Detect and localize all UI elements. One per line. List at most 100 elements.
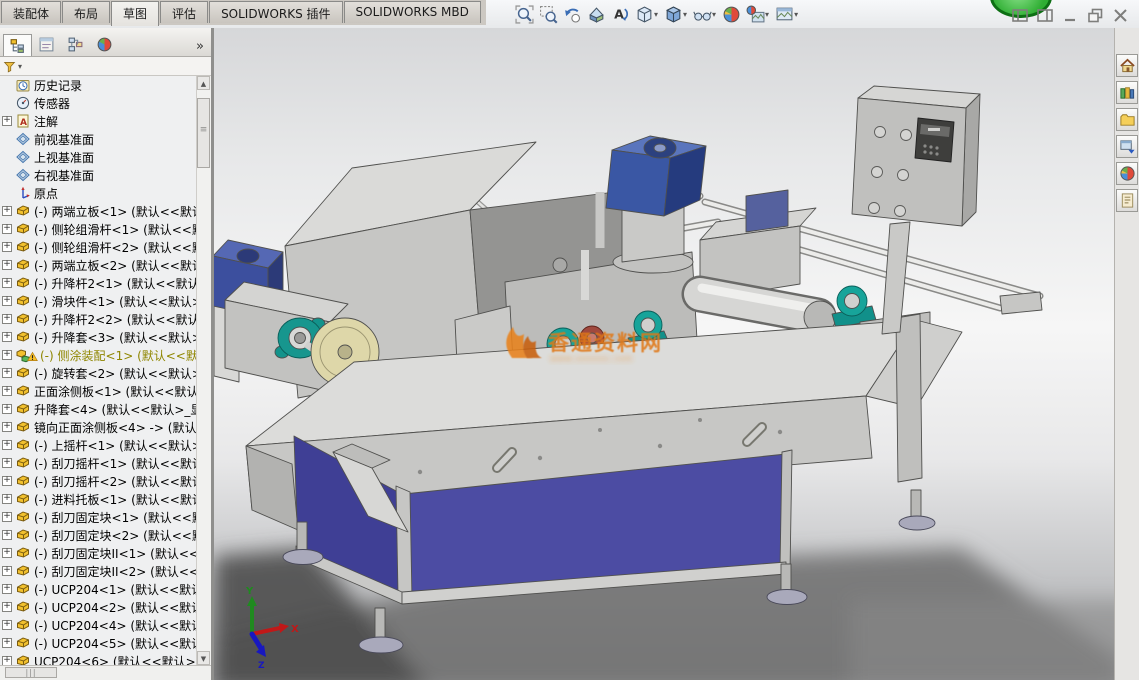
dropdown-arrow-icon[interactable]: ▾ xyxy=(794,10,798,19)
view-orientation-button[interactable]: ▾ xyxy=(634,4,660,25)
tree-item[interactable]: +(-) 刮刀固定块<2> (默认<<默 xyxy=(0,526,197,544)
expand-plus-icon[interactable]: + xyxy=(2,476,12,486)
expand-plus-icon[interactable]: + xyxy=(2,404,12,414)
expand-plus-icon[interactable]: + xyxy=(2,512,12,522)
tree-item[interactable]: +(-) 刮刀摇杆<2> (默认<<默认 xyxy=(0,472,197,490)
ribbon-tab-3[interactable]: 草图 xyxy=(111,1,159,26)
tree-item[interactable]: +(-) 上摇杆<1> (默认<<默认> xyxy=(0,436,197,454)
tree-item[interactable]: +(-) 升降杆2<2> (默认<<默认> xyxy=(0,310,197,328)
tree-item[interactable]: +(-) UCP204<4> (默认<<默认 xyxy=(0,616,197,634)
tree-item[interactable]: +(-) UCP204<5> (默认<<默认 xyxy=(0,634,197,652)
tree-item[interactable]: +(-) 刮刀摇杆<1> (默认<<默认 xyxy=(0,454,197,472)
close-button[interactable] xyxy=(1112,8,1129,27)
scroll-up-arrow[interactable]: ▲ xyxy=(197,76,210,90)
expand-plus-icon[interactable]: + xyxy=(2,314,12,324)
panel-expand-chevron[interactable]: » xyxy=(192,39,208,56)
expand-plus-icon[interactable]: + xyxy=(2,494,12,504)
scroll-down-arrow[interactable]: ▼ xyxy=(197,651,210,665)
expand-plus-icon[interactable]: + xyxy=(2,386,12,396)
section-view-button[interactable] xyxy=(586,4,607,25)
file-explorer-button[interactable] xyxy=(1116,108,1138,131)
expand-plus-icon[interactable]: + xyxy=(2,530,12,540)
expand-plus-icon[interactable]: + xyxy=(2,116,12,126)
tree-item[interactable]: +(-) UCP204<2> (默认<<默认 xyxy=(0,598,197,616)
custom-properties-button[interactable] xyxy=(1116,189,1138,212)
tree-item[interactable]: +(-) 滑块件<1> (默认<<默认> xyxy=(0,292,197,310)
dropdown-arrow-icon[interactable]: ▾ xyxy=(654,10,658,19)
tree-item[interactable]: +(-) 升降杆2<1> (默认<<默认> xyxy=(0,274,197,292)
tree-item[interactable]: +(-) 两端立板<1> (默认<<默认 xyxy=(0,202,197,220)
tree-item[interactable]: 原点 xyxy=(0,184,197,202)
expand-plus-icon[interactable]: + xyxy=(2,224,12,234)
tree-item[interactable]: 前视基准面 xyxy=(0,130,197,148)
expand-plus-icon[interactable]: + xyxy=(2,350,12,360)
tree-item[interactable]: +注解 xyxy=(0,112,197,130)
ribbon-tab-5[interactable]: SOLIDWORKS 插件 xyxy=(209,1,342,23)
annotation-views-button[interactable] xyxy=(610,4,631,25)
configurationmanager-tab[interactable] xyxy=(61,33,90,56)
expand-plus-icon[interactable]: + xyxy=(2,458,12,468)
scroll-thumb[interactable] xyxy=(197,98,210,168)
ribbon-tab-6[interactable]: SOLIDWORKS MBD xyxy=(344,1,481,23)
tree-vertical-scrollbar[interactable]: ▲ ▼ xyxy=(196,76,211,665)
featuremanager-tree-tab[interactable] xyxy=(3,34,32,56)
ribbon-tab-2[interactable]: 布局 xyxy=(62,1,110,23)
tree-item[interactable]: +(-) UCP204<1> (默认<<默认 xyxy=(0,580,197,598)
tree-item[interactable]: +(-) 侧轮组滑杆<2> (默认<<默 xyxy=(0,238,197,256)
tree-item[interactable]: +(-) 进料托板<1> (默认<<默认 xyxy=(0,490,197,508)
dropdown-arrow-icon[interactable]: ▾ xyxy=(712,10,716,19)
expand-plus-icon[interactable]: + xyxy=(2,368,12,378)
tree-item[interactable]: 上视基准面 xyxy=(0,148,197,166)
tree-filter-bar[interactable]: ▾ xyxy=(0,57,211,76)
expand-plus-icon[interactable]: + xyxy=(2,296,12,306)
tree-item[interactable]: 传感器 xyxy=(0,94,197,112)
restore-button[interactable] xyxy=(1087,8,1104,27)
hscroll-thumb[interactable]: ||| xyxy=(5,667,57,678)
view-palette-button[interactable] xyxy=(1116,135,1138,158)
edit-appearance-button[interactable] xyxy=(721,4,742,25)
expand-plus-icon[interactable]: + xyxy=(2,206,12,216)
tree-item[interactable]: +(-) 侧涂装配<1> (默认<<默 xyxy=(0,346,197,364)
pane-right-button[interactable] xyxy=(1037,8,1054,27)
tree-item[interactable]: +(-) 两端立板<2> (默认<<默认 xyxy=(0,256,197,274)
minimize-button[interactable] xyxy=(1062,8,1079,27)
graphics-viewport[interactable]: 香通资料网 www.xxxxxx.com Y X Z xyxy=(214,28,1139,680)
expand-plus-icon[interactable]: + xyxy=(2,656,12,665)
displaymanager-tab[interactable] xyxy=(90,33,119,56)
expand-plus-icon[interactable]: + xyxy=(2,260,12,270)
view-settings-button[interactable]: ▾ xyxy=(774,4,800,25)
zoom-to-area-button[interactable] xyxy=(538,4,559,25)
tree-item[interactable]: +(-) 侧轮组滑杆<1> (默认<<默 xyxy=(0,220,197,238)
tree-horizontal-scrollbar[interactable]: ||| xyxy=(0,665,211,680)
previous-view-button[interactable] xyxy=(562,4,583,25)
expand-plus-icon[interactable]: + xyxy=(2,332,12,342)
expand-plus-icon[interactable]: + xyxy=(2,566,12,576)
ribbon-tab-4[interactable]: 评估 xyxy=(160,1,208,23)
expand-plus-icon[interactable]: + xyxy=(2,242,12,252)
tree-item[interactable]: +(-) 刮刀固定块<1> (默认<<默 xyxy=(0,508,197,526)
expand-plus-icon[interactable]: + xyxy=(2,278,12,288)
design-library-button[interactable] xyxy=(1116,81,1138,104)
expand-plus-icon[interactable]: + xyxy=(2,602,12,612)
hide-show-items-button[interactable]: ▾ xyxy=(692,4,718,25)
expand-plus-icon[interactable]: + xyxy=(2,620,12,630)
display-style-button[interactable]: ▾ xyxy=(663,4,689,25)
tree-item[interactable]: +镜向正面涂侧板<4> -> (默认 xyxy=(0,418,197,436)
tree-item[interactable]: +正面涂侧板<1> (默认<<默认> xyxy=(0,382,197,400)
tree-item[interactable]: +(-) 升降套<3> (默认<<默认> xyxy=(0,328,197,346)
expand-plus-icon[interactable]: + xyxy=(2,422,12,432)
tree-item[interactable]: +(-) 刮刀固定块II<1> (默认<< xyxy=(0,544,197,562)
dropdown-arrow-icon[interactable]: ▾ xyxy=(765,10,769,19)
propertymanager-tab[interactable] xyxy=(32,33,61,56)
expand-plus-icon[interactable]: + xyxy=(2,548,12,558)
zoom-to-fit-button[interactable] xyxy=(514,4,535,25)
expand-plus-icon[interactable]: + xyxy=(2,638,12,648)
tree-item[interactable]: 右视基准面 xyxy=(0,166,197,184)
tree-item[interactable]: +UCP204<6> (默认<<默认>_显 xyxy=(0,652,197,665)
tree-item[interactable]: +升降套<4> (默认<<默认>_显 xyxy=(0,400,197,418)
home-button[interactable] xyxy=(1116,54,1138,77)
dropdown-arrow-icon[interactable]: ▾ xyxy=(683,10,687,19)
apply-scene-button[interactable]: ▾ xyxy=(745,4,771,25)
pane-left-button[interactable] xyxy=(1012,8,1029,27)
tree-item[interactable]: 历史记录 xyxy=(0,76,197,94)
